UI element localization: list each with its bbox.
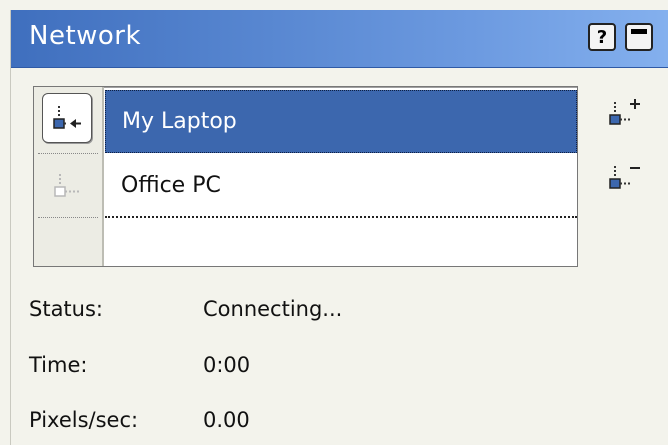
host-node-icon bbox=[54, 174, 79, 197]
list-gutter bbox=[34, 87, 104, 266]
host-list[interactable]: My Laptop Office PC bbox=[33, 86, 578, 267]
network-panel: Network ? My Laptop Office PC Status: Co… bbox=[10, 10, 668, 445]
title-bar: Network ? bbox=[11, 10, 668, 68]
time-value: 0:00 bbox=[203, 353, 251, 377]
help-button[interactable]: ? bbox=[588, 23, 616, 51]
time-label: Time: bbox=[29, 353, 88, 377]
list-item-label: My Laptop bbox=[122, 109, 237, 134]
minimize-icon bbox=[631, 29, 647, 34]
gutter-divider bbox=[38, 217, 98, 218]
connected-arrow-icon bbox=[53, 106, 81, 129]
gutter-divider bbox=[38, 153, 98, 154]
remove-host-button[interactable] bbox=[608, 162, 642, 192]
list-item-my-laptop[interactable]: My Laptop bbox=[105, 90, 577, 153]
panel-title: Network bbox=[29, 21, 142, 51]
remove-host-icon bbox=[609, 166, 640, 189]
minimize-button[interactable] bbox=[625, 23, 653, 51]
pixels-per-sec-value: 0.00 bbox=[203, 408, 250, 432]
connected-host-indicator[interactable] bbox=[42, 93, 92, 143]
add-host-button[interactable] bbox=[608, 98, 642, 128]
pixels-per-sec-label: Pixels/sec: bbox=[29, 408, 139, 432]
host-indicator[interactable] bbox=[38, 157, 98, 215]
help-icon: ? bbox=[596, 26, 608, 48]
list-item-office-pc[interactable]: Office PC bbox=[105, 155, 577, 218]
list-item-label: Office PC bbox=[121, 173, 221, 198]
status-value: Connecting... bbox=[203, 297, 343, 321]
status-label: Status: bbox=[29, 297, 103, 321]
add-host-icon bbox=[609, 99, 640, 125]
